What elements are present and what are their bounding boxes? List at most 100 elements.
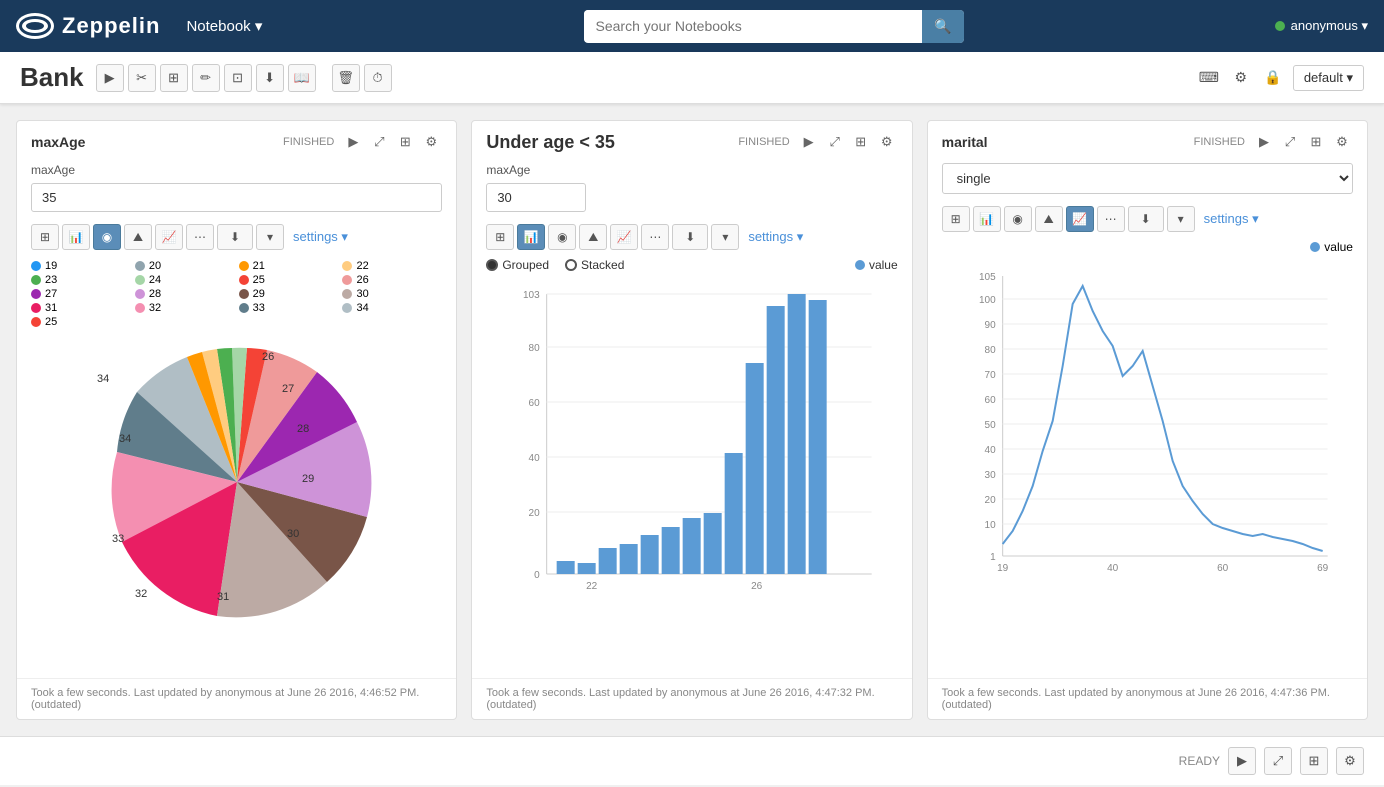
bar-chart-btn[interactable]: 📊 [62,224,90,250]
svg-text:19: 19 [997,563,1009,574]
schedule-button[interactable]: ⏱ [364,64,392,92]
table-icon-3[interactable]: ⊞ [1305,131,1327,153]
gear-icon-2[interactable]: ⚙ [876,131,898,153]
line-chart-btn[interactable]: 📈 [155,224,183,250]
stacked-radio-circle [565,259,577,271]
user-menu[interactable]: anonymous ▾ [1275,18,1368,34]
svg-text:30: 30 [984,470,996,481]
pie-label-29: 29 [302,473,314,485]
line-btn-2[interactable]: 📈 [610,224,638,250]
run-paragraph-icon[interactable]: ▶ [342,131,364,153]
chart-toolbar-2: ⊞ 📊 ◉ ⛰ 📈 ⋯ ⬇ ▾ settings ▾ [472,220,911,254]
pie-chart-btn[interactable]: ◉ [93,224,121,250]
area-btn-3[interactable]: ⛰ [1035,206,1063,232]
bar-23-1 [599,548,617,574]
legend-item: 34 [342,302,442,314]
scatter-chart-btn[interactable]: ⋯ [186,224,214,250]
expand-icon-2[interactable]: ⤢ [824,131,846,153]
export-button[interactable]: ⬇ [256,64,284,92]
search-input[interactable] [584,10,923,42]
lock-icon[interactable]: 🔒 [1261,66,1285,90]
panel-title-1: maxAge [31,134,275,150]
table-icon-2[interactable]: ⊞ [850,131,872,153]
gear-icon-3[interactable]: ⚙ [1331,131,1353,153]
download-chart-btn[interactable]: ⬇ [217,224,253,250]
expand-icon-3[interactable]: ⤢ [1279,131,1301,153]
header: Zeppelin Notebook ▾ 🔍 anonymous ▾ [0,0,1384,52]
area-btn-2[interactable]: ⛰ [579,224,607,250]
more-chart-btn[interactable]: ▾ [256,224,284,250]
grid-button[interactable]: ⊞ [160,64,188,92]
maxage-input[interactable] [31,183,442,212]
panel-title-3: marital [942,134,1186,150]
pie-btn-3[interactable]: ◉ [1004,206,1032,232]
settings-btn-3[interactable]: settings ▾ [1198,209,1265,229]
more-btn-2[interactable]: ▾ [711,224,739,250]
pie-label-30: 30 [287,528,299,540]
svg-text:22: 22 [586,581,598,592]
scatter-btn-3[interactable]: ⋯ [1097,206,1125,232]
run-paragraph-icon-3[interactable]: ▶ [1253,131,1275,153]
bottom-run-btn[interactable]: ▶ [1228,747,1256,775]
settings-btn-2[interactable]: settings ▾ [742,227,809,247]
legend-item: 30 [342,288,442,300]
notebook-menu-button[interactable]: Notebook ▾ [176,11,272,41]
search-button[interactable]: 🔍 [922,10,963,43]
line-chart-path [1002,286,1322,551]
panel-underage: Under age < 35 FINISHED ▶ ⤢ ⊞ ⚙ maxAge ⊞… [471,120,912,720]
run-paragraph-icon-2[interactable]: ▶ [798,131,820,153]
pie-label-27: 27 [282,383,294,395]
marital-select[interactable]: single married divorced [942,163,1353,194]
chart-toolbar-3: ⊞ 📊 ◉ ⛰ 📈 ⋯ ⬇ ▾ settings ▾ [928,202,1367,236]
table-icon[interactable]: ⊞ [394,131,416,153]
table-btn-2[interactable]: ⊞ [486,224,514,250]
panel-header-1: maxAge FINISHED ▶ ⤢ ⊞ ⚙ [17,121,456,159]
bar-23-2 [620,544,638,574]
settings-icon[interactable]: ⚙ [1229,66,1253,90]
stacked-radio[interactable]: Stacked [565,258,624,272]
svg-text:80: 80 [984,345,996,356]
bottom-gear-btn[interactable]: ⚙ [1336,747,1364,775]
grouped-radio[interactable]: Grouped [486,258,549,272]
panel-header-3: marital FINISHED ▶ ⤢ ⊞ ⚙ [928,121,1367,159]
area-chart-btn[interactable]: ⛰ [124,224,152,250]
svg-text:103: 103 [523,290,540,301]
panel-footer-1: Took a few seconds. Last updated by anon… [17,678,456,719]
download-btn-2[interactable]: ⬇ [672,224,708,250]
gear-icon[interactable]: ⚙ [420,131,442,153]
pie-chart-area: 34 26 27 28 29 30 31 32 33 34 [17,334,456,678]
download-btn-3[interactable]: ⬇ [1128,206,1164,232]
table-btn-3[interactable]: ⊞ [942,206,970,232]
settings-chart-btn[interactable]: settings ▾ [287,227,354,247]
bar-btn-2[interactable]: 📊 [517,224,545,250]
panel-header-2: Under age < 35 FINISHED ▶ ⤢ ⊞ ⚙ [472,121,911,159]
legend-item: 27 [31,288,131,300]
value-legend-3: value [928,236,1367,258]
pen-button[interactable]: ✏ [192,64,220,92]
book-button[interactable]: 📖 [288,64,316,92]
pie-btn-2[interactable]: ◉ [548,224,576,250]
scissors-button[interactable]: ✂ [128,64,156,92]
bar-btn-3[interactable]: 📊 [973,206,1001,232]
radio-group: Grouped Stacked value [472,254,911,276]
bottom-table-btn[interactable]: ⊞ [1300,747,1328,775]
grouped-radio-circle [486,259,498,271]
maxage-input-2[interactable] [486,183,586,212]
table-chart-btn[interactable]: ⊞ [31,224,59,250]
run-button[interactable]: ▶ [96,64,124,92]
more-btn-3[interactable]: ▾ [1167,206,1195,232]
default-button[interactable]: default ▾ [1293,65,1364,91]
bottom-expand-btn[interactable]: ⤢ [1264,747,1292,775]
delete-button[interactable]: 🗑 [332,64,360,92]
expand-icon[interactable]: ⤢ [368,131,390,153]
copy-button[interactable]: ⊡ [224,64,252,92]
legend-item: 22 [342,260,442,272]
logo-text: Zeppelin [62,13,160,39]
line-btn-3[interactable]: 📈 [1066,206,1094,232]
scatter-btn-2[interactable]: ⋯ [641,224,669,250]
svg-text:50: 50 [984,420,996,431]
svg-text:60: 60 [984,395,996,406]
legend-item: 21 [239,260,339,272]
keyboard-icon[interactable]: ⌨ [1197,66,1221,90]
svg-text:0: 0 [534,570,540,581]
